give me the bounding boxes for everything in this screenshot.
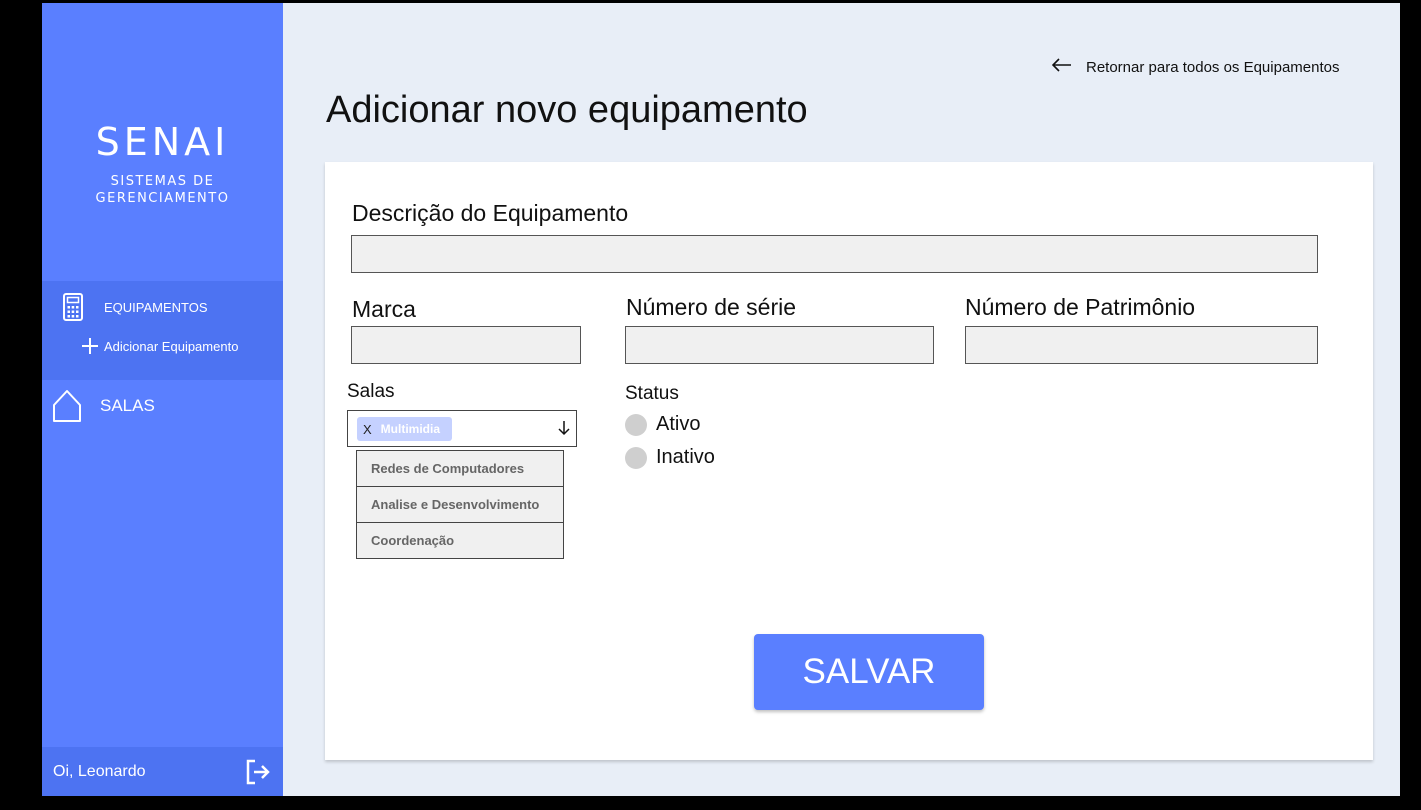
dropdown-option[interactable]: Analise e Desenvolvimento	[356, 487, 564, 523]
user-greeting: Oi, Leonardo	[53, 763, 146, 780]
description-label: Descrição do Equipamento	[352, 200, 629, 226]
sidebar-item-equipamentos[interactable]: EQUIPAMENTOS	[63, 293, 208, 321]
brand-input[interactable]	[351, 326, 581, 364]
arrow-left-icon	[1051, 58, 1072, 76]
save-button[interactable]: SALVAR	[754, 634, 984, 710]
rooms-dropdown: Redes de Computadores Analise e Desenvol…	[356, 450, 564, 559]
asset-number-input[interactable]	[965, 326, 1318, 364]
calculator-icon	[63, 293, 83, 321]
sidebar: SENAI SISTEMAS DE GERENCIAMENTO EQUIPAME…	[42, 3, 283, 796]
plus-icon	[82, 338, 98, 354]
logo-title: SENAI	[95, 120, 230, 164]
dropdown-option[interactable]: Redes de Computadores	[356, 450, 564, 487]
status-option-inativo[interactable]: Inativo	[625, 446, 715, 469]
chip-remove-icon[interactable]: X	[363, 422, 372, 437]
rooms-select[interactable]: X Multimidia	[347, 410, 577, 447]
logout-icon[interactable]	[245, 759, 271, 790]
house-icon	[52, 389, 82, 423]
sidebar-item-label: SALAS	[100, 396, 155, 415]
serial-number-input[interactable]	[625, 326, 934, 364]
dropdown-option[interactable]: Coordenação	[356, 523, 564, 559]
rooms-selected-chip: X Multimidia	[357, 417, 453, 441]
chip-label: Multimidia	[380, 422, 441, 436]
radio-label: Inativo	[656, 446, 715, 468]
app-window: SENAI SISTEMAS DE GERENCIAMENTO EQUIPAME…	[42, 3, 1400, 796]
logo-subtitle-line1: SISTEMAS DE	[110, 174, 215, 189]
sidebar-item-label: EQUIPAMENTOS	[104, 299, 208, 315]
back-link-label: Retornar para todos os Equipamentos	[1086, 58, 1340, 76]
back-link[interactable]: Retornar para todos os Equipamentos	[1051, 58, 1340, 76]
radio-label: Ativo	[656, 413, 701, 435]
radio-button[interactable]	[625, 413, 647, 436]
arrow-down-icon[interactable]	[558, 420, 570, 441]
sidebar-item-salas[interactable]: SALAS	[52, 389, 155, 423]
logo-subtitle-line2: GERENCIAMENTO	[95, 191, 230, 206]
brand-label: Marca	[352, 296, 416, 322]
serial-number-label: Número de série	[626, 294, 797, 320]
sidebar-item-label: Adicionar Equipamento	[104, 338, 239, 354]
sidebar-item-adicionar-equipamento[interactable]: Adicionar Equipamento	[82, 338, 238, 354]
logo-subtitle: SISTEMAS DE GERENCIAMENTO	[42, 173, 283, 207]
radio-button[interactable]	[625, 446, 647, 469]
user-bar: Oi, Leonardo	[42, 747, 283, 796]
asset-number-label: Número de Patrimônio	[965, 294, 1196, 320]
form-card: Descrição do Equipamento Marca Número de…	[325, 162, 1373, 760]
description-input[interactable]	[351, 235, 1318, 273]
logo: SENAI SISTEMAS DE GERENCIAMENTO	[42, 121, 283, 207]
rooms-label: Salas	[347, 381, 395, 402]
page-title: Adicionar novo equipamento	[326, 89, 808, 131]
status-option-ativo[interactable]: Ativo	[625, 413, 700, 436]
status-label: Status	[625, 383, 679, 404]
